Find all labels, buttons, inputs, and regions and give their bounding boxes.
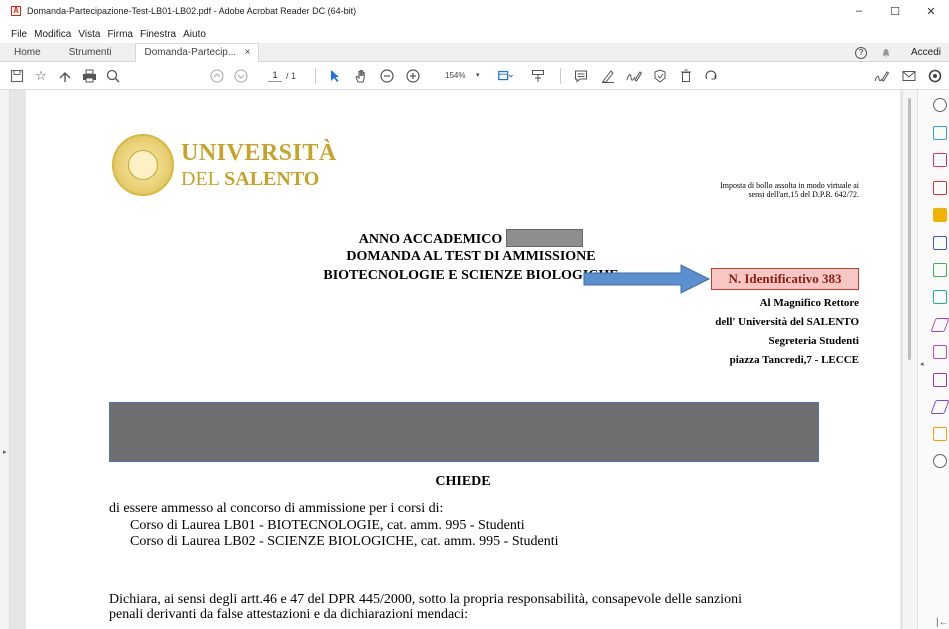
tab-bar: Home Strumenti Domanda-Partecip... × ? A… [0, 42, 949, 62]
collapse-right-panel-icon[interactable]: ◂ [920, 360, 924, 368]
address-line-2: dell' Università del SALENTO [715, 316, 859, 328]
main-toolbar: ☆ 1 / 1 154% ▾ [0, 62, 949, 90]
menu-file[interactable]: File [11, 29, 27, 43]
tab-document[interactable]: Domanda-Partecip... × [135, 42, 260, 62]
more-tools-icon[interactable] [933, 454, 947, 468]
maximize-button[interactable]: ☐ [877, 0, 913, 22]
forms-icon[interactable] [933, 373, 947, 387]
tabrow-actions: ? Accedi [854, 43, 949, 62]
address-line-4: piazza Tancredi,7 - LECCE [729, 354, 859, 366]
acrobat-app-icon: A [11, 6, 21, 16]
vertical-scrollbar[interactable] [903, 90, 917, 629]
course-lb02: Corso di Laurea LB02 - SCIENZE BIOLOGICH… [130, 534, 559, 549]
close-window-button[interactable]: ✕ [913, 0, 949, 22]
close-tab-icon[interactable]: × [245, 47, 251, 58]
notification-bell-icon[interactable] [881, 48, 891, 58]
window-controls: – ☐ ✕ [841, 0, 949, 22]
fill-sign-tool-icon[interactable] [930, 318, 949, 332]
menu-aiuto[interactable]: Aiuto [183, 29, 206, 43]
university-seal-logo [112, 134, 174, 196]
scroll-mode-icon[interactable] [530, 68, 546, 84]
heading-academic-year: ANNO ACCADEMICO [306, 229, 636, 248]
pointer-arrow [583, 264, 711, 294]
export-pdf-icon[interactable] [933, 98, 947, 112]
window-title: Domanda-Partecipazione-Test-LB01-LB02.pd… [27, 6, 357, 16]
toolbar-divider [560, 68, 561, 84]
delete-icon[interactable] [678, 68, 694, 84]
document-viewport[interactable]: UNIVERSITÀ DEL SALENTO Imposta di bollo … [10, 90, 903, 629]
logo-university-text: UNIVERSITÀ [181, 140, 337, 166]
stamp-duty-note: Imposta di bollo assolta in modo virtual… [720, 181, 859, 199]
redacted-year [506, 229, 584, 247]
stamp-tool-icon[interactable] [933, 427, 947, 441]
email-icon[interactable] [901, 68, 917, 84]
declaration-line-1: Dichiara, ai sensi degli artt.46 e 47 de… [109, 592, 742, 607]
tab-tools[interactable]: Strumenti [55, 43, 126, 62]
rotate-icon[interactable] [703, 68, 719, 84]
sign-icon[interactable] [626, 68, 642, 84]
send-review-icon[interactable] [933, 345, 947, 359]
course-lb01: Corso di Laurea LB01 - BIOTECNOLOGIE, ca… [130, 518, 525, 533]
zoom-level-input[interactable]: 154% [445, 71, 465, 80]
menu-firma[interactable]: Firma [107, 29, 133, 43]
panel-pin-icon[interactable]: |← [936, 617, 949, 628]
menu-finestra[interactable]: Finestra [140, 29, 176, 43]
stamp-icon[interactable] [652, 68, 668, 84]
save-icon[interactable] [9, 68, 25, 84]
page-up-icon[interactable] [209, 68, 225, 84]
address-line-3: Segreteria Studenti [768, 335, 859, 347]
declaration-line-2: penali derivanti da false attestazioni e… [109, 607, 469, 622]
right-tools-panel: ◂ |← [917, 90, 949, 629]
organize-pages-icon[interactable] [933, 153, 947, 167]
chiede-heading: CHIEDE [435, 474, 491, 489]
page-total-label: / 1 [286, 71, 297, 81]
account-icon[interactable] [927, 68, 943, 84]
request-intro: di essere ammesso al concorso di ammissi… [109, 501, 444, 516]
pdf-page: UNIVERSITÀ DEL SALENTO Imposta di bollo … [26, 90, 900, 629]
zoom-in-icon[interactable] [405, 68, 421, 84]
fit-page-icon[interactable] [497, 68, 513, 84]
tab-home[interactable]: Home [0, 43, 55, 62]
compress-icon[interactable] [933, 263, 947, 277]
zoom-search-icon[interactable] [105, 68, 121, 84]
address-line-1: Al Magnifico Rettore [759, 297, 859, 309]
page-number-input[interactable]: 1 [268, 70, 282, 82]
print-icon[interactable] [81, 68, 97, 84]
toolbar-divider [315, 68, 316, 84]
zoom-dropdown-icon[interactable]: ▾ [476, 71, 480, 79]
menu-bar: File Modifica Vista Firma Finestra Aiuto [0, 29, 206, 43]
zoom-out-icon[interactable] [379, 68, 395, 84]
comment-tool-icon[interactable] [933, 208, 947, 222]
minimize-button[interactable]: – [841, 0, 877, 22]
menu-vista[interactable]: Vista [78, 29, 100, 43]
scrollbar-thumb[interactable] [908, 98, 911, 360]
redacted-applicant-block [109, 402, 819, 462]
create-pdf-icon[interactable] [933, 126, 947, 140]
sign-in-link[interactable]: Accedi [911, 47, 941, 58]
window-titlebar: A Domanda-Partecipazione-Test-LB01-LB02.… [0, 0, 949, 22]
edit-pdf-icon[interactable] [933, 181, 947, 195]
page-down-icon[interactable] [233, 68, 249, 84]
left-navigation-strip: ▸ [0, 90, 10, 629]
fill-sign-icon[interactable] [874, 68, 890, 84]
combine-files-icon[interactable] [933, 236, 947, 250]
sign-tool-icon[interactable] [930, 400, 949, 414]
help-icon[interactable]: ? [854, 46, 867, 59]
identification-number-box: N. Identificativo 383 [711, 268, 859, 290]
hand-icon[interactable] [353, 68, 369, 84]
protect-icon[interactable] [933, 290, 947, 304]
share-icon[interactable] [57, 68, 73, 84]
tab-document-label: Domanda-Partecip... [144, 47, 237, 58]
expand-left-panel-icon[interactable]: ▸ [3, 448, 7, 456]
menu-modifica[interactable]: Modifica [34, 29, 71, 43]
logo-salento-text: DEL SALENTO [181, 168, 320, 190]
select-arrow-icon[interactable] [327, 68, 343, 84]
comment-icon[interactable] [573, 68, 589, 84]
highlight-pen-icon[interactable] [600, 68, 616, 84]
bookmark-star-icon[interactable]: ☆ [33, 68, 49, 84]
